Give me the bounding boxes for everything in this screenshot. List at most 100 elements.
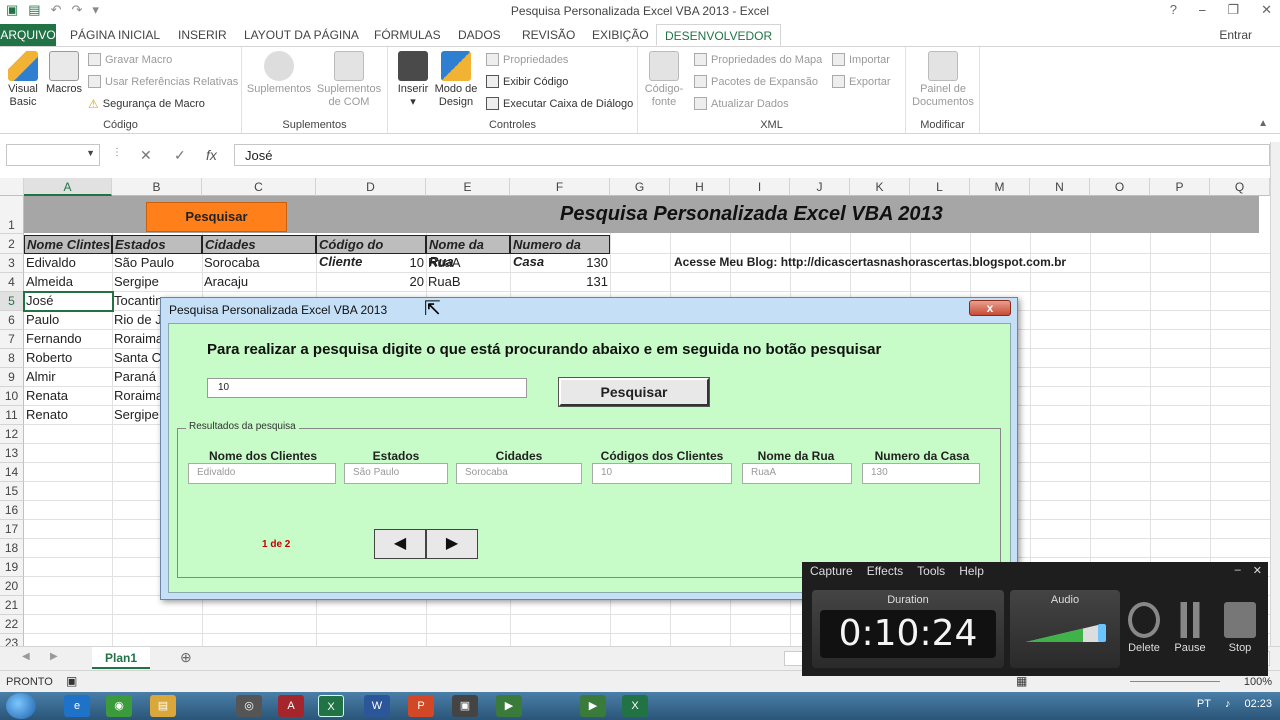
row-header[interactable]: 16 [0,501,24,520]
seguranca-macro-button[interactable]: ⚠ Segurança de Macro [88,97,205,111]
dialog-close-button[interactable]: x [969,300,1011,316]
row-header[interactable]: 8 [0,349,24,368]
close-icon[interactable]: ✕ [1261,2,1272,18]
search-input[interactable]: 10 [207,378,527,398]
name-box[interactable]: ▼ [6,144,100,166]
table-cell[interactable]: Sorocaba [202,255,316,270]
table-cell[interactable]: RuaB [426,274,510,289]
pesquisar-sheet-button[interactable]: Pesquisar [146,202,287,232]
table-cell[interactable]: 20 [316,274,426,289]
exportar-button[interactable]: Exportar [832,75,891,88]
modo-design-button[interactable]: Modo de Design [434,51,478,109]
formula-input[interactable]: José [234,144,1270,166]
row-header[interactable]: 2 [0,234,24,254]
result-field-nome[interactable]: Edivaldo [188,463,336,484]
tab-layout[interactable]: LAYOUT DA PÁGINA [236,24,367,46]
visual-basic-button[interactable]: Visual Basic [4,51,42,109]
excel-taskbar-icon[interactable]: X [318,695,344,717]
table-cell[interactable]: Renata [24,388,112,403]
pacotes-expansao-button[interactable]: Pacotes de Expansão [694,75,818,88]
row-header[interactable]: 5 [0,292,24,311]
tab-dados[interactable]: DADOS [450,24,509,46]
row-header[interactable]: 9 [0,368,24,387]
exibir-codigo-button[interactable]: Exibir Código [486,75,568,88]
result-field-rua[interactable]: RuaA [742,463,852,484]
macros-button[interactable]: Macros [44,51,84,96]
menu-effects[interactable]: Effects [867,564,903,578]
next-record-button[interactable]: ▶ [426,529,478,559]
row-header[interactable]: 13 [0,444,24,463]
tab-inserir[interactable]: INSERIR [170,24,235,46]
table-cell[interactable]: 130 [510,255,610,270]
row-header[interactable]: 10 [0,387,24,406]
result-field-cidade[interactable]: Sorocaba [456,463,582,484]
media-icon[interactable]: ◎ [236,695,262,717]
select-all-corner[interactable] [0,178,24,196]
row-header[interactable]: 19 [0,558,24,577]
row-header[interactable]: 1 [0,196,24,234]
tab-formulas[interactable]: FÓRMULAS [366,24,449,46]
column-header[interactable]: B [112,178,202,196]
column-header[interactable]: O [1090,178,1150,196]
next-sheet-icon[interactable]: ▶ [50,651,58,662]
row-header[interactable]: 11 [0,406,24,425]
column-header[interactable]: Q [1210,178,1270,196]
importar-button[interactable]: Importar [832,53,890,66]
column-header[interactable]: G [610,178,670,196]
confirm-icon[interactable]: ✓ [174,147,186,164]
close-icon[interactable]: ✕ [1253,564,1262,577]
table-cell[interactable]: Almeida [24,274,112,289]
column-header[interactable]: I [730,178,790,196]
column-header[interactable]: P [1150,178,1210,196]
tab-arquivo[interactable]: ARQUIVO [0,24,56,46]
table-cell[interactable]: Aracaju [202,274,316,289]
row-header[interactable]: 15 [0,482,24,501]
row-header[interactable]: 17 [0,520,24,539]
result-field-estado[interactable]: São Paulo [344,463,448,484]
chrome-icon[interactable]: ◉ [106,695,132,717]
sign-in-link[interactable]: Entrar [1219,28,1252,42]
language-indicator[interactable]: PT [1197,698,1211,710]
row-header[interactable]: 7 [0,330,24,349]
delete-button[interactable]: Delete [1124,602,1164,654]
folder-icon[interactable]: ▤ [150,695,176,717]
row-header[interactable]: 6 [0,311,24,330]
macro-record-icon[interactable]: ▣ [66,674,77,688]
inserir-control-button[interactable]: Inserir ▾ [394,51,432,109]
collapse-ribbon-icon[interactable]: ▲ [1258,118,1268,129]
table-cell[interactable]: Sergipe [112,274,202,289]
row-header[interactable]: 14 [0,463,24,482]
row-header[interactable]: 23 [0,634,24,646]
zoom-level[interactable]: 100% [1244,676,1272,688]
row-header[interactable]: 4 [0,273,24,292]
result-field-casa[interactable]: 130 [862,463,980,484]
executar-dialogo-button[interactable]: Executar Caixa de Diálogo [486,97,633,110]
table-cell[interactable]: São Paulo [112,255,202,270]
gravar-macro-button[interactable]: Gravar Macro [88,53,172,66]
row-header[interactable]: 22 [0,615,24,634]
excel-window-icon[interactable]: X [622,695,648,717]
column-header[interactable]: A [24,178,112,196]
recorder-icon[interactable]: ▶ [580,695,606,717]
pesquisar-button[interactable]: Pesquisar [558,377,710,407]
menu-help[interactable]: Help [959,564,984,578]
pause-button[interactable]: Pause [1170,602,1210,654]
previous-record-button[interactable]: ◀ [374,529,426,559]
row-header[interactable]: 3 [0,254,24,273]
table-cell[interactable]: Edivaldo [24,255,112,270]
table-cell[interactable]: Roberto [24,350,112,365]
column-header[interactable]: M [970,178,1030,196]
tab-revisao[interactable]: REVISÃO [514,24,583,46]
column-header[interactable]: C [202,178,316,196]
chevron-down-icon[interactable]: ▼ [86,148,95,158]
zoom-slider[interactable] [1130,681,1220,682]
propriedades-button[interactable]: Propriedades [486,53,568,66]
word-icon[interactable]: W [364,695,390,717]
tab-pagina-inicial[interactable]: PÁGINA INICIAL [62,24,168,46]
column-header[interactable]: N [1030,178,1090,196]
column-header[interactable]: L [910,178,970,196]
suplementos-com-button[interactable]: Suplementos de COM [314,51,384,109]
function-icon[interactable]: fx [206,147,217,163]
help-icon[interactable]: ? [1170,2,1177,18]
app-icon[interactable]: ▣ [452,695,478,717]
